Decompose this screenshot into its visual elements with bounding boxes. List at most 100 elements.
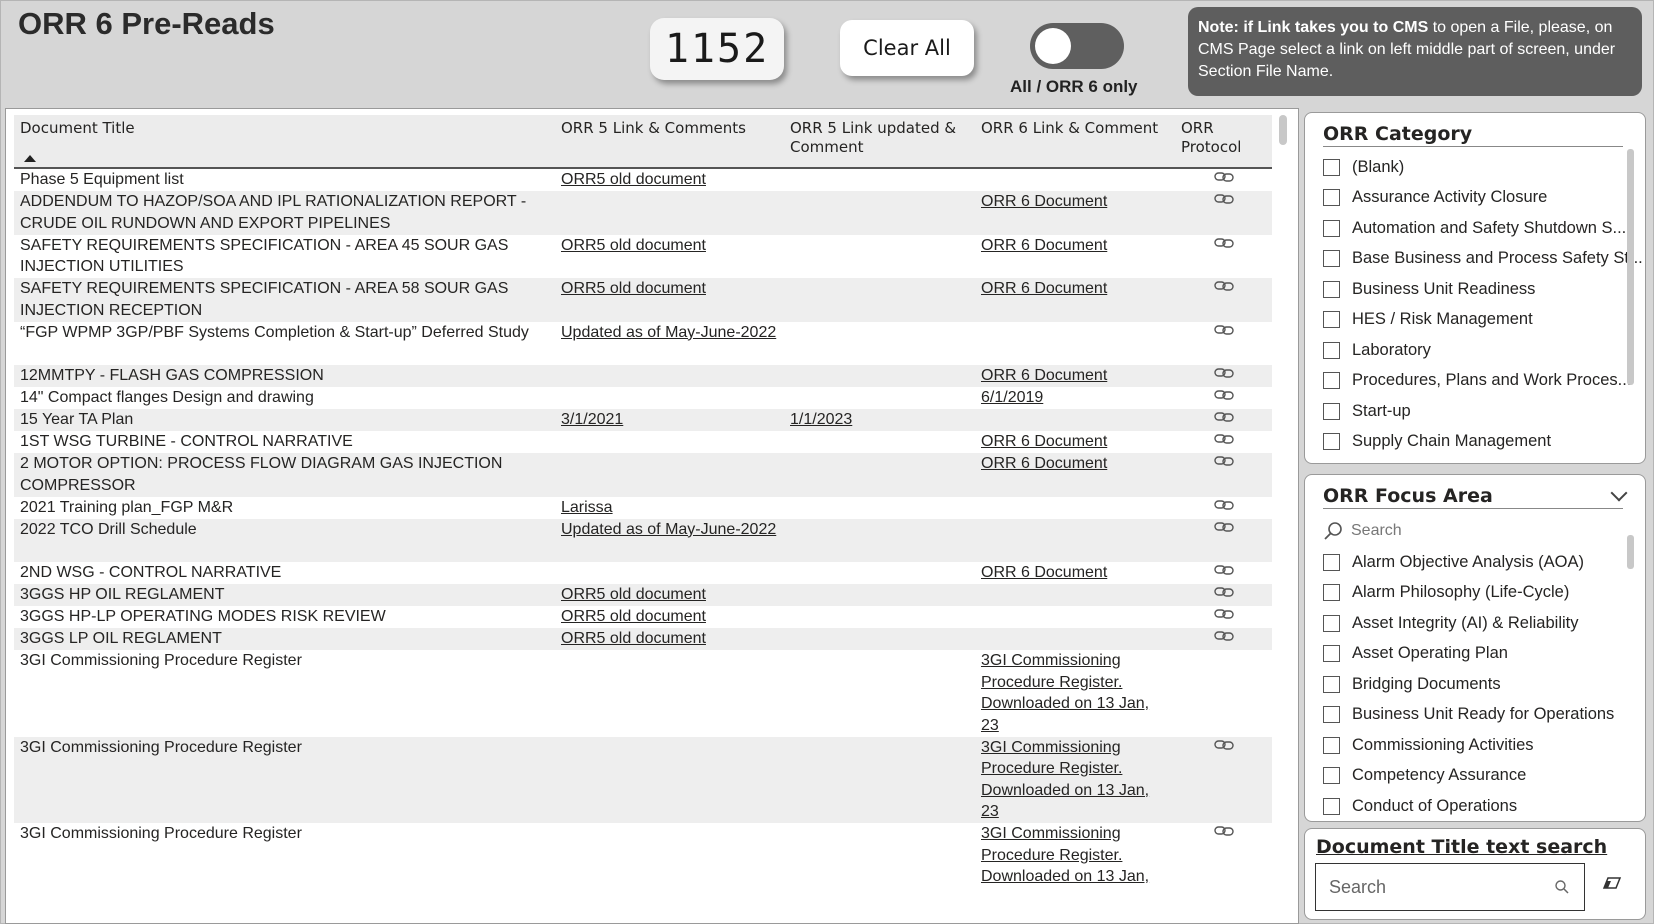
cell-orr-protocol[interactable] — [1175, 191, 1272, 235]
cell-orr6-link[interactable]: ORR 6 Document — [975, 562, 1175, 584]
checkbox[interactable] — [1323, 311, 1340, 328]
cell-orr-protocol[interactable] — [1175, 650, 1272, 737]
category-option[interactable]: Laboratory — [1323, 338, 1431, 362]
focus-area-option[interactable]: Business Unit Ready for Operations — [1323, 703, 1614, 727]
cell-orr-protocol[interactable] — [1175, 497, 1272, 519]
cell-orr5-link[interactable]: ORR5 old document — [555, 628, 784, 650]
cell-orr6-link-link[interactable]: ORR 6 Document — [981, 367, 1107, 384]
focus-area-option[interactable]: Asset Operating Plan — [1323, 642, 1508, 666]
cell-orr6-link[interactable]: ORR 6 Document — [975, 235, 1175, 279]
link-icon[interactable] — [1213, 454, 1234, 468]
cell-orr6-link-link[interactable]: ORR 6 Document — [981, 193, 1107, 210]
link-icon[interactable] — [1213, 410, 1234, 424]
cell-orr6-link-link[interactable]: ORR 6 Document — [981, 237, 1107, 254]
cell-orr-protocol[interactable] — [1175, 365, 1272, 387]
cell-orr5-link-link[interactable]: Larissa — [561, 499, 613, 516]
link-icon[interactable] — [1213, 585, 1234, 599]
checkbox[interactable] — [1323, 189, 1340, 206]
col-header-orr6-link[interactable]: ORR 6 Link & Comment — [975, 115, 1175, 167]
orr6-only-toggle[interactable] — [1030, 23, 1124, 69]
category-option[interactable]: Business Unit Readiness — [1323, 277, 1535, 301]
cell-orr6-link[interactable]: 3GI Commissioning Procedure Register. Do… — [975, 823, 1175, 888]
cell-orr5-link[interactable]: Updated as of May-June-2022 — [555, 519, 784, 563]
cell-orr6-link-link[interactable]: 6/1/2019 — [981, 389, 1043, 406]
cell-orr6-link[interactable]: ORR 6 Document — [975, 431, 1175, 453]
focus-search[interactable]: Search — [1323, 521, 1402, 541]
cell-orr-protocol[interactable] — [1175, 628, 1272, 650]
cell-orr-protocol[interactable] — [1175, 584, 1272, 606]
cell-orr5-link[interactable]: ORR5 old document — [555, 278, 784, 322]
cell-orr5-link[interactable]: Larissa — [555, 497, 784, 519]
focus-area-option[interactable]: Alarm Philosophy (Life-Cycle) — [1323, 581, 1569, 605]
cell-orr6-link-link[interactable]: 3GI Commissioning Procedure Register. Do… — [981, 652, 1149, 734]
focus-area-option[interactable]: Conduct of Operations — [1323, 794, 1517, 818]
cell-orr5-updated-link[interactable]: 1/1/2023 — [790, 411, 852, 428]
orr-category-scrollbar[interactable] — [1627, 149, 1634, 385]
checkbox[interactable] — [1323, 797, 1340, 815]
link-icon[interactable] — [1213, 388, 1234, 402]
cell-orr-protocol[interactable] — [1175, 235, 1272, 279]
table-scrollbar[interactable] — [1279, 115, 1287, 145]
checkbox[interactable] — [1323, 402, 1340, 420]
cell-orr-protocol[interactable] — [1175, 519, 1272, 563]
link-icon[interactable] — [1213, 563, 1234, 577]
cell-orr-protocol[interactable] — [1175, 322, 1272, 366]
link-icon[interactable] — [1213, 366, 1234, 380]
cell-orr6-link[interactable]: 3GI Commissioning Procedure Register. Do… — [975, 650, 1175, 737]
cell-orr-protocol[interactable] — [1175, 431, 1272, 453]
cell-orr6-link[interactable]: ORR 6 Document — [975, 365, 1175, 387]
cell-orr6-link-link[interactable]: ORR 6 Document — [981, 280, 1107, 297]
link-icon[interactable] — [1213, 824, 1234, 838]
link-icon[interactable] — [1213, 279, 1234, 293]
focus-area-option[interactable]: Alarm Objective Analysis (AOA) — [1323, 550, 1584, 574]
doc-search-input[interactable]: Search — [1315, 863, 1585, 911]
cell-orr-protocol[interactable] — [1175, 278, 1272, 322]
focus-area-option[interactable]: Asset Integrity (AI) & Reliability — [1323, 611, 1579, 635]
cell-orr6-link-link[interactable]: ORR 6 Document — [981, 455, 1107, 472]
cell-orr5-link-link[interactable]: ORR5 old document — [561, 586, 706, 603]
link-icon[interactable] — [1213, 498, 1234, 512]
cell-orr-protocol[interactable] — [1175, 387, 1272, 409]
cell-orr5-link[interactable]: ORR5 old document — [555, 606, 784, 628]
cell-orr6-link-link[interactable]: ORR 6 Document — [981, 433, 1107, 450]
col-header-orr-protocol[interactable]: ORR Protocol — [1175, 115, 1272, 167]
checkbox[interactable] — [1323, 675, 1340, 693]
category-option[interactable]: (Blank) — [1323, 155, 1404, 179]
col-header-orr5-link[interactable]: ORR 5 Link & Comments — [555, 115, 784, 167]
focus-area-option[interactable]: Competency Assurance — [1323, 764, 1526, 788]
category-option[interactable]: Start-up — [1323, 399, 1411, 423]
cell-orr6-link[interactable]: 3GI Commissioning Procedure Register. Do… — [975, 737, 1175, 824]
checkbox[interactable] — [1323, 736, 1340, 754]
sort-ascending-icon[interactable] — [24, 155, 36, 162]
category-option[interactable]: Automation and Safety Shutdown S... — [1323, 216, 1626, 240]
link-icon[interactable] — [1213, 192, 1234, 206]
cell-orr5-link[interactable]: 3/1/2021 — [555, 409, 784, 431]
focus-area-option[interactable]: Bridging Documents — [1323, 672, 1501, 696]
cell-orr-protocol[interactable] — [1175, 453, 1272, 497]
cell-orr6-link[interactable]: ORR 6 Document — [975, 191, 1175, 235]
checkbox[interactable] — [1323, 767, 1340, 784]
link-icon[interactable] — [1213, 629, 1234, 643]
cell-orr5-link-link[interactable]: ORR5 old document — [561, 237, 706, 254]
cell-orr5-link-link[interactable]: Updated as of May-June-2022 — [561, 324, 776, 341]
cell-orr5-link-link[interactable]: ORR5 old document — [561, 171, 706, 188]
checkbox[interactable] — [1323, 584, 1340, 601]
checkbox[interactable] — [1323, 219, 1340, 237]
cell-orr6-link[interactable]: ORR 6 Document — [975, 278, 1175, 322]
category-option[interactable]: Procedures, Plans and Work Proces... — [1323, 369, 1631, 393]
cell-orr5-link-link[interactable]: ORR5 old document — [561, 608, 706, 625]
category-option[interactable]: HES / Risk Management — [1323, 308, 1533, 332]
checkbox[interactable] — [1323, 614, 1340, 632]
cell-orr5-link-link[interactable]: Updated as of May-June-2022 — [561, 521, 776, 538]
category-option[interactable]: Assurance Activity Closure — [1323, 186, 1547, 210]
checkbox[interactable] — [1323, 706, 1340, 723]
checkbox[interactable] — [1323, 645, 1340, 662]
checkbox[interactable] — [1323, 250, 1340, 267]
category-option[interactable]: Supply Chain Management — [1323, 430, 1551, 454]
cell-orr6-link-link[interactable]: 3GI Commissioning Procedure Register. Do… — [981, 739, 1149, 821]
link-icon[interactable] — [1213, 607, 1234, 621]
cell-orr5-link[interactable]: ORR5 old document — [555, 235, 784, 279]
orr-focus-scrollbar[interactable] — [1627, 535, 1634, 569]
col-header-orr5-updated[interactable]: ORR 5 Link updated & Comment — [784, 115, 975, 167]
cell-orr6-link-link[interactable]: 3GI Commissioning Procedure Register. Do… — [981, 825, 1149, 885]
